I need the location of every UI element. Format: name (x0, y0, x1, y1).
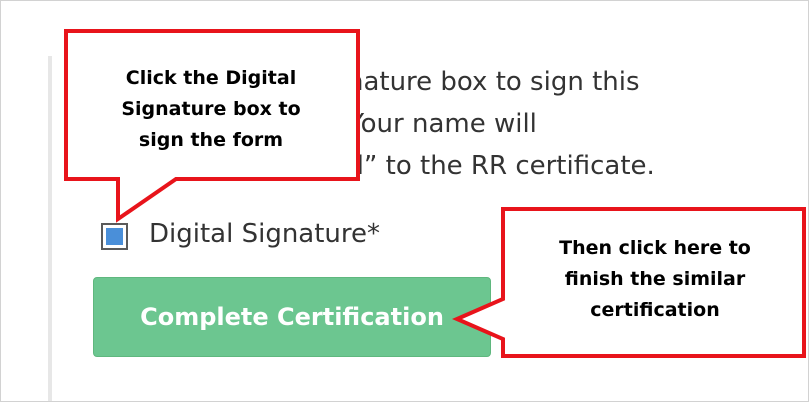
callout-1-text: Click the Digital Signature box to sign … (121, 67, 301, 151)
annotation-callouts (64, 29, 806, 358)
callout-2-text: Then click here to finish the similar ce… (559, 237, 751, 321)
screenshot-frame: Click the Digital Signature box to sign … (0, 0, 809, 402)
